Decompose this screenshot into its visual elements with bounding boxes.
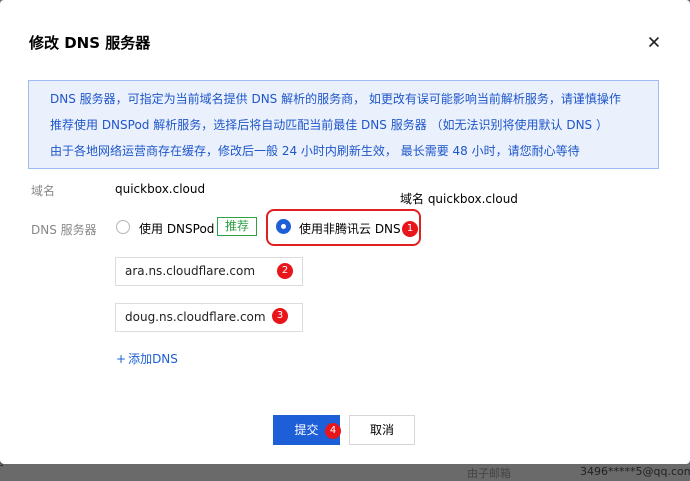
- dns-server-label: DNS 服务器: [31, 223, 97, 237]
- dialog-title: 修改 DNS 服务器: [29, 34, 151, 52]
- radio-dnspod-label[interactable]: 使用 DNSPod: [139, 220, 214, 237]
- domain-label: 域名: [31, 184, 56, 198]
- background-fragment-email-label: 由子邮箱: [467, 467, 511, 480]
- background-fragment-email: 3496*****5@qq.com: [580, 465, 690, 478]
- modify-dns-dialog: 修改 DNS 服务器 DNS 服务器，可指定为当前域名提供 DNS 解析的服务商…: [0, 0, 690, 464]
- recommend-tag: 推荐: [217, 217, 257, 236]
- radio-custom-dns[interactable]: [276, 219, 291, 234]
- marker-badge-1: 1: [402, 221, 418, 237]
- info-line-3: 由于各地网络运营商存在缓存，修改后一般 24 小时内刷新生效， 最长需要 48 …: [50, 144, 580, 158]
- add-dns-label: 添加DNS: [128, 352, 178, 366]
- info-line-1: DNS 服务器，可指定为当前域名提供 DNS 解析的服务商， 如更改有误可能影响…: [50, 92, 621, 106]
- radio-dnspod[interactable]: [116, 220, 130, 234]
- marker-badge-4: 4: [325, 423, 341, 439]
- marker-badge-3: 3: [272, 308, 288, 324]
- radio-custom-dns-label[interactable]: 使用非腾讯云 DNS: [299, 220, 401, 237]
- close-icon: [649, 37, 659, 47]
- plus-icon: +: [116, 352, 127, 366]
- info-line-2: 推荐使用 DNSPod 解析服务，选择后将自动匹配当前最佳 DNS 服务器 （如…: [50, 118, 608, 132]
- nameserver-input-1[interactable]: ara.ns.cloudflare.com: [115, 257, 303, 286]
- marker-badge-2: 2: [277, 263, 293, 279]
- info-notice: DNS 服务器，可指定为当前域名提供 DNS 解析的服务商， 如更改有误可能影响…: [28, 80, 659, 169]
- close-button[interactable]: [643, 31, 665, 53]
- domain-annotation: 域名 quickbox.cloud: [400, 192, 518, 206]
- add-dns-link[interactable]: + 添加DNS: [116, 350, 178, 367]
- domain-value: quickbox.cloud: [115, 182, 206, 196]
- cancel-button[interactable]: 取消: [349, 415, 415, 445]
